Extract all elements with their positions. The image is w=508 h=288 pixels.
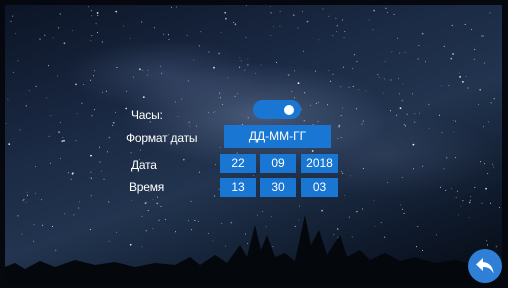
date-year-field[interactable]: 2018 xyxy=(301,154,338,173)
back-button[interactable] xyxy=(468,249,502,283)
time-label: Время xyxy=(129,180,165,194)
clock-label: Часы: xyxy=(131,108,163,122)
toggle-knob xyxy=(284,105,294,115)
screen: Часы: Формат даты ДД-ММ-ГГ Дата 22 09 20… xyxy=(5,5,502,285)
clock-toggle[interactable] xyxy=(253,100,301,119)
date-month-field[interactable]: 09 xyxy=(260,154,296,173)
time-seconds-field[interactable]: 03 xyxy=(301,178,338,197)
date-format-select[interactable]: ДД-ММ-ГГ xyxy=(224,125,331,148)
back-arrow-icon xyxy=(476,258,494,274)
time-minutes-field[interactable]: 30 xyxy=(260,178,296,197)
date-day-field[interactable]: 22 xyxy=(220,154,256,173)
time-hours-field[interactable]: 13 xyxy=(220,178,256,197)
forest-silhouette xyxy=(5,215,502,285)
date-format-label: Формат даты xyxy=(126,131,198,145)
date-label: Дата xyxy=(131,158,157,172)
